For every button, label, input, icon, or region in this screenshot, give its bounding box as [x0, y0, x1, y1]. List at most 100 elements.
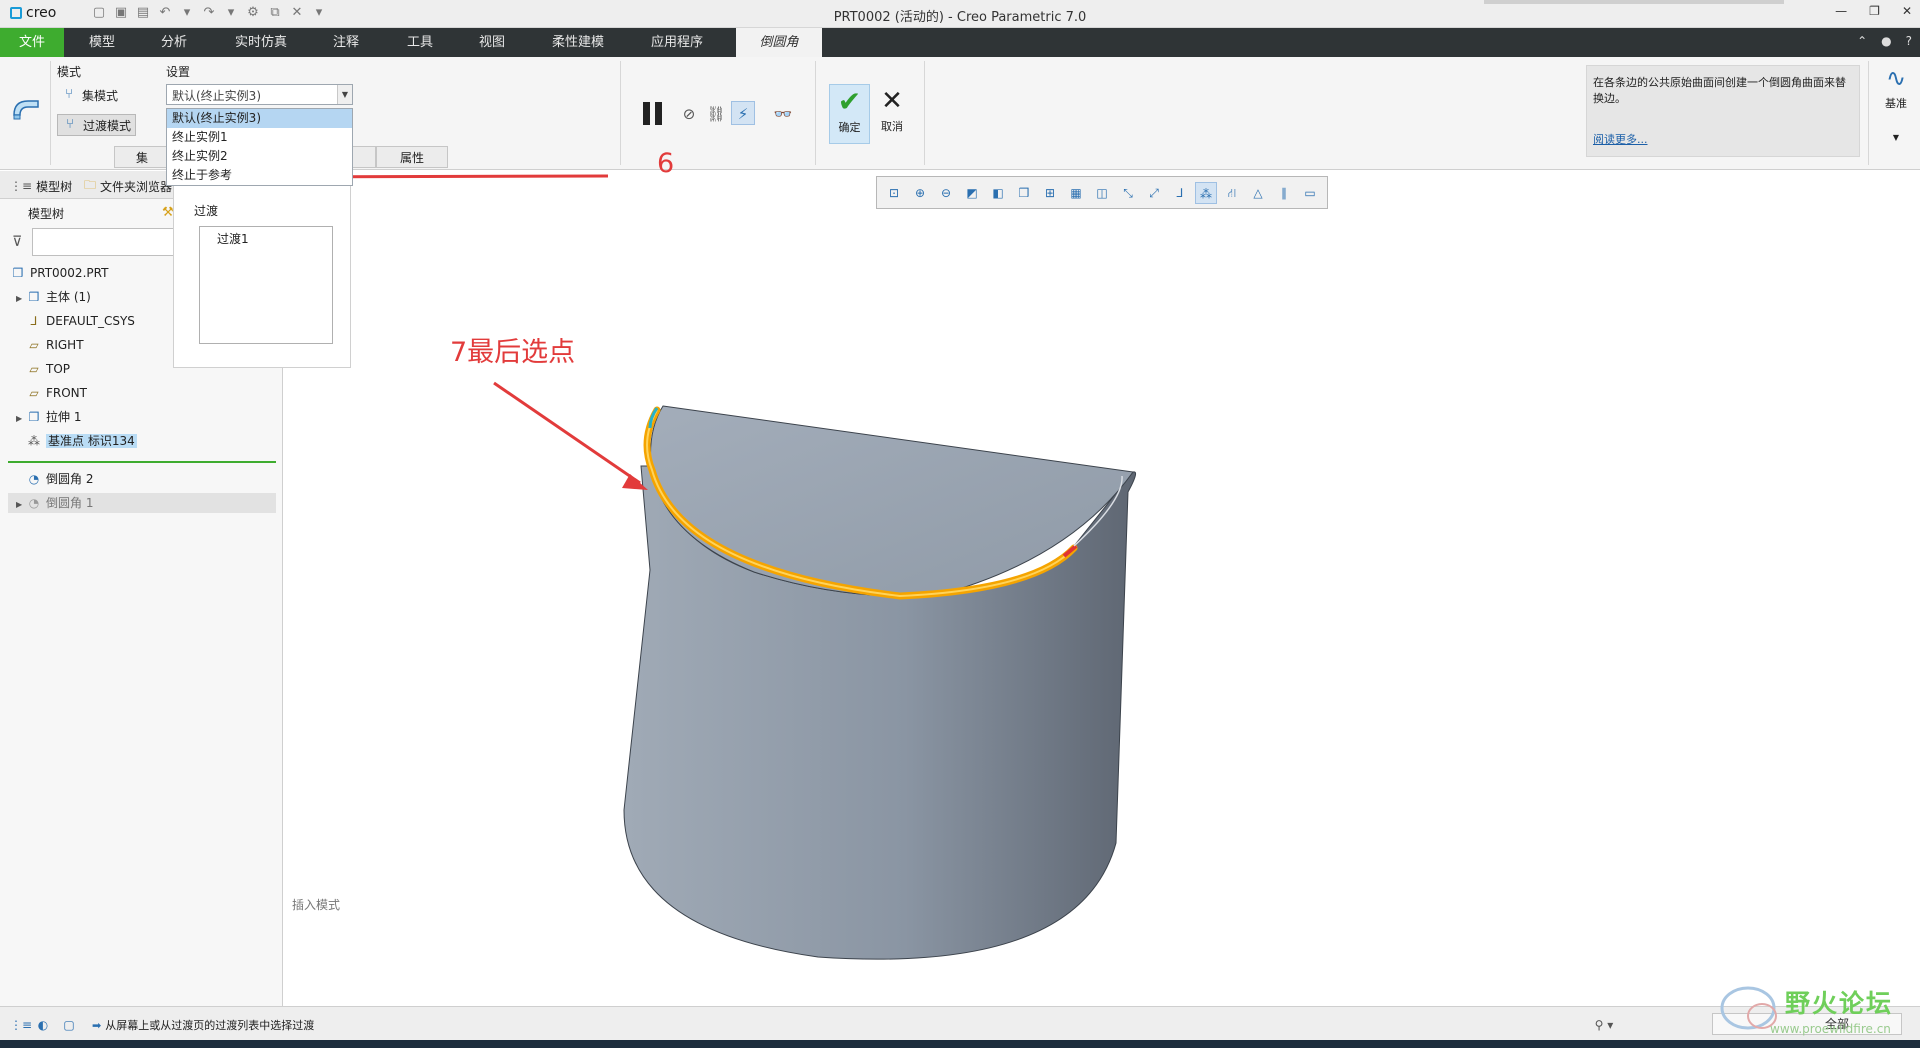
datum-curve-icon: ∿: [1885, 64, 1907, 92]
separator: [50, 61, 51, 165]
verify-mode-icon[interactable]: 👓: [768, 102, 798, 126]
graphics-window[interactable]: [284, 171, 1920, 1006]
settings-group-label: 设置: [166, 65, 191, 79]
title-bar: creo ▢ ▣ ▤ ↶ ▾ ↷ ▾ ⚙ ⧉ ✕ ▾ PRT0002 (活动的)…: [0, 0, 1920, 28]
datum-display-icon[interactable]: ⤡: [1117, 182, 1139, 204]
datum-point-icon: ⁂: [28, 434, 40, 448]
transition-list-item[interactable]: 过渡1: [217, 230, 315, 247]
tree-item-round-2[interactable]: ◔ 倒圆角 2: [26, 469, 94, 489]
navigator-toggle-icon[interactable]: ⋮≡: [10, 1016, 32, 1034]
tab-folder-browser[interactable]: 🗀 文件夹浏览器: [84, 176, 172, 196]
tree-item-round-1[interactable]: ▶ ◔ 倒圆角 1: [8, 493, 276, 513]
transition-mode-button[interactable]: ⑂ 过渡模式: [57, 114, 137, 136]
folder-icon: 🗀: [84, 177, 97, 192]
minimize-ribbon-icon[interactable]: ⌃: [1857, 34, 1867, 48]
tree-item-csys[interactable]: ⅃ DEFAULT_CSYS: [26, 311, 135, 331]
tree-item-extrude[interactable]: ▶ ❐ 拉伸 1: [16, 407, 81, 427]
fullscreen-icon[interactable]: ▢: [60, 1016, 78, 1034]
datum-label: 基准: [1885, 97, 1907, 110]
dropdown-option[interactable]: 默认(终止实例3): [167, 109, 352, 128]
extrude-icon: ❐: [28, 410, 40, 424]
tree-item-right-plane[interactable]: ▱ RIGHT: [26, 335, 83, 355]
tree-item-part[interactable]: ❒ PRT0002.PRT: [10, 263, 109, 283]
hidden-line-icon[interactable]: ▭: [1299, 182, 1321, 204]
transition-type-dropdown: 默认(终止实例3) 终止实例1 终止实例2 终止于参考: [166, 108, 353, 186]
watermark-url: www.proewildfire.cn: [1770, 1022, 1891, 1036]
tree-item-body[interactable]: ▶ ❒ 主体 (1): [16, 287, 91, 307]
filter-icon[interactable]: ⊽: [12, 234, 22, 250]
no-preview-icon[interactable]: ⊘: [677, 102, 701, 126]
round-icon: ◔: [28, 496, 40, 510]
view-manager-icon[interactable]: ⊞: [1039, 182, 1061, 204]
refit-icon[interactable]: ⊡: [883, 182, 905, 204]
find-icon[interactable]: ⚲ ▾: [1586, 1016, 1622, 1034]
section-icon[interactable]: ◫: [1091, 182, 1113, 204]
tab-file[interactable]: 文件: [0, 28, 64, 57]
read-more-link[interactable]: 阅读更多...: [1593, 132, 1648, 148]
tab-applications[interactable]: 应用程序: [634, 28, 720, 57]
zoom-in-icon[interactable]: ⊕: [909, 182, 931, 204]
close-icon: ✕: [881, 86, 903, 116]
dropdown-option[interactable]: 终止实例2: [167, 147, 352, 166]
set-mode-icon: ⑂: [65, 87, 73, 102]
zoom-out-icon[interactable]: ⊖: [935, 182, 957, 204]
tab-flexible-modeling[interactable]: 柔性建模: [538, 28, 618, 57]
tree-item-front-plane[interactable]: ▱ FRONT: [26, 383, 87, 403]
transition-type-select[interactable]: 默认(终止实例3) ▼: [166, 84, 353, 105]
transitions-list[interactable]: 过渡1: [199, 226, 333, 344]
insert-indicator[interactable]: [8, 461, 276, 463]
pause-icon-bar[interactable]: [655, 102, 662, 125]
minimize-button[interactable]: —: [1835, 4, 1847, 18]
status-message: ➡ 从屏幕上或从过渡页的过渡列表中选择过渡: [92, 1017, 314, 1033]
datum-plane-icon: ▱: [29, 386, 39, 400]
chevron-down-icon[interactable]: ▼: [337, 85, 352, 104]
pause-icon[interactable]: [643, 102, 650, 125]
datum-group[interactable]: ∿ 基准 ▼: [1876, 61, 1916, 165]
chevron-down-icon[interactable]: ▼: [1876, 133, 1916, 142]
csys-display-icon[interactable]: ⅃: [1169, 182, 1191, 204]
in-graphics-toolbar: ⊡ ⊕ ⊖ ◩ ◧ ❒ ⊞ ▦ ◫ ⤡ ⤢ ⅃ ⁂ ⛙ △ ∥ ▭: [876, 176, 1328, 209]
browser-toggle-icon[interactable]: ◐: [34, 1016, 52, 1034]
command-search[interactable]: [1484, 0, 1784, 4]
expand-icon[interactable]: ▶: [16, 409, 26, 429]
tab-model[interactable]: 模型: [72, 28, 132, 57]
tab-tools[interactable]: 工具: [390, 28, 450, 57]
dropdown-option[interactable]: 终止实例1: [167, 128, 352, 147]
tab-view[interactable]: 视图: [462, 28, 522, 57]
tree-item-datum-point[interactable]: ⁂ 基准点 标识134: [26, 431, 137, 451]
body-icon: ❒: [28, 290, 40, 304]
close-button[interactable]: ✕: [1902, 4, 1912, 18]
detached-preview-icon[interactable]: ⚡: [731, 101, 755, 125]
pause-animation-icon[interactable]: ∥: [1273, 182, 1295, 204]
datum-axis-icon[interactable]: ⤢: [1143, 182, 1165, 204]
dropdown-option[interactable]: 终止于参考: [167, 166, 352, 185]
tree-item-top-plane[interactable]: ▱ TOP: [26, 359, 70, 379]
subtab-sets[interactable]: 集: [114, 146, 170, 168]
set-mode-label: 集模式: [82, 88, 119, 103]
subtab-properties[interactable]: 属性: [376, 146, 448, 168]
expand-icon[interactable]: ▶: [16, 289, 26, 309]
point-display-icon[interactable]: ⁂: [1195, 181, 1217, 204]
tab-model-tree[interactable]: ⋮≡ 模型树: [10, 176, 72, 196]
perspective-icon[interactable]: ▦: [1065, 182, 1087, 204]
saved-orientations-icon[interactable]: ❒: [1013, 182, 1035, 204]
attached-preview-icon[interactable]: ⛓: [704, 102, 728, 126]
tab-annotate[interactable]: 注释: [316, 28, 376, 57]
account-icon[interactable]: ●: [1881, 34, 1891, 48]
annotation-display-icon[interactable]: ⛙: [1221, 182, 1243, 204]
tree-search-input[interactable]: [32, 228, 174, 256]
display-style-icon[interactable]: ◧: [987, 182, 1009, 204]
help-icon[interactable]: ?: [1906, 34, 1912, 48]
tree-settings-icon[interactable]: ⚒: [162, 205, 174, 220]
tab-simulation[interactable]: 实时仿真: [222, 28, 300, 57]
subtab-hidden[interactable]: [352, 146, 376, 168]
repaint-icon[interactable]: ◩: [961, 182, 983, 204]
tab-round[interactable]: 倒圆角: [736, 28, 822, 57]
ok-button[interactable]: ✔ 确定: [829, 84, 870, 144]
set-mode-button[interactable]: ⑂ 集模式: [57, 84, 122, 106]
restore-button[interactable]: ❐: [1869, 4, 1880, 18]
expand-icon[interactable]: ▶: [16, 495, 26, 515]
cancel-button[interactable]: ✕ 取消: [872, 84, 912, 144]
tab-analysis[interactable]: 分析: [144, 28, 204, 57]
spin-center-icon[interactable]: △: [1247, 182, 1269, 204]
